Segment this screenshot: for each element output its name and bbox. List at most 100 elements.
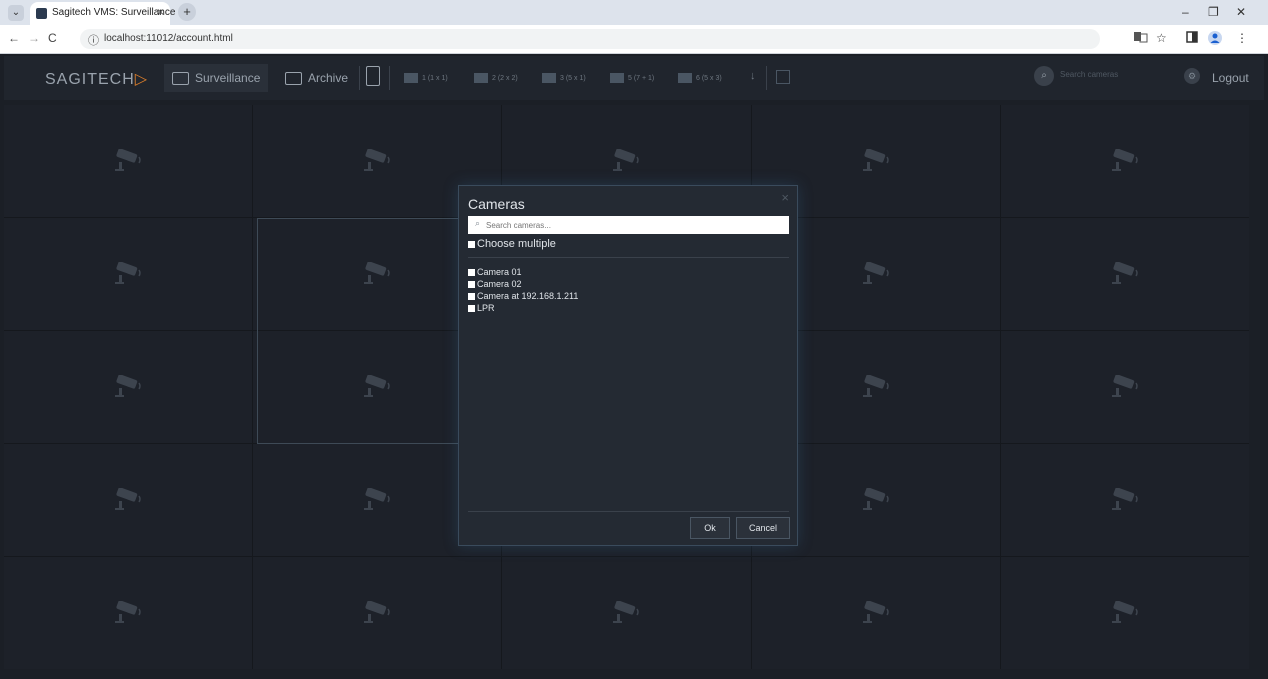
layout-5x3-button[interactable]: 6 (5 x 3) bbox=[678, 71, 722, 85]
camera-cell[interactable] bbox=[4, 331, 253, 443]
camera-cell[interactable] bbox=[1000, 105, 1249, 217]
camera-cell[interactable] bbox=[4, 557, 253, 669]
cctv-camera-icon bbox=[113, 374, 143, 399]
cctv-camera-icon bbox=[1110, 374, 1140, 399]
camera-checkbox[interactable] bbox=[468, 293, 475, 301]
url-text[interactable]: localhost:11012/account.html bbox=[104, 33, 233, 44]
camera-checkbox[interactable] bbox=[468, 305, 475, 313]
choose-multiple-option[interactable]: Choose multiple bbox=[468, 238, 556, 250]
browser-tab-bar: ⌄ Sagitech VMS: Surveillance × + – ❐ ✕ bbox=[0, 0, 1268, 25]
camera-cell[interactable] bbox=[502, 557, 751, 669]
camera-cell[interactable] bbox=[1000, 218, 1249, 330]
camera-search-input[interactable] bbox=[486, 217, 776, 233]
minimize-button[interactable]: – bbox=[1182, 5, 1189, 19]
search-icon[interactable]: ⌕ bbox=[1034, 66, 1054, 86]
logo-mark-icon: ▷ bbox=[134, 71, 149, 88]
camera-cell[interactable] bbox=[1000, 331, 1249, 443]
address-bar[interactable]: ⓘ localhost:11012/account.html bbox=[80, 29, 1100, 49]
cctv-camera-icon bbox=[1110, 487, 1140, 512]
camera-cell[interactable] bbox=[4, 444, 253, 556]
fullscreen-icon[interactable] bbox=[776, 70, 790, 84]
camera-label: Camera 01 bbox=[477, 267, 522, 277]
camera-checkbox[interactable] bbox=[468, 269, 475, 277]
list-item[interactable]: LPR bbox=[468, 302, 578, 314]
layout-label: 5 (7 + 1) bbox=[628, 74, 655, 82]
camera-checkbox[interactable] bbox=[468, 281, 475, 289]
nav-surveillance[interactable]: Surveillance bbox=[164, 64, 269, 92]
browser-toolbar: ← → C ⓘ localhost:11012/account.html ☆ ⋮ bbox=[0, 25, 1268, 54]
close-window-button[interactable]: ✕ bbox=[1236, 5, 1246, 19]
logo-text: SAGITECH bbox=[45, 71, 135, 88]
restore-button[interactable]: ❐ bbox=[1208, 5, 1219, 19]
app-header: SAGITECH▷ Surveillance Archive 1 (1 x 1)… bbox=[4, 56, 1264, 100]
camera-search-field[interactable]: ⌕ bbox=[468, 216, 789, 234]
ok-button[interactable]: Ok bbox=[690, 517, 730, 539]
layout-1x1-button[interactable]: 1 (1 x 1) bbox=[404, 71, 448, 85]
mobile-icon[interactable] bbox=[366, 66, 380, 86]
cctv-camera-icon bbox=[861, 148, 891, 173]
list-item[interactable]: Camera 01 bbox=[468, 266, 578, 278]
camera-cell[interactable] bbox=[4, 105, 253, 217]
cancel-button[interactable]: Cancel bbox=[736, 517, 790, 539]
forward-icon[interactable]: → bbox=[28, 31, 40, 45]
header-search[interactable]: ⌕ Search cameras bbox=[1034, 66, 1154, 88]
site-info-icon[interactable]: ⓘ bbox=[88, 32, 99, 48]
camera-label: Camera at 192.168.1.211 bbox=[477, 291, 579, 301]
choose-multiple-label: Choose multiple bbox=[477, 238, 556, 250]
choose-multiple-checkbox[interactable] bbox=[468, 240, 475, 248]
cctv-camera-icon bbox=[113, 487, 143, 512]
cctv-camera-icon bbox=[611, 600, 641, 625]
cctv-camera-icon bbox=[1110, 261, 1140, 286]
camera-label: LPR bbox=[477, 303, 495, 313]
layout-label: 1 (1 x 1) bbox=[422, 74, 448, 82]
tab-close-icon[interactable]: × bbox=[157, 5, 164, 19]
favicon-icon bbox=[36, 8, 47, 19]
profile-icon[interactable] bbox=[1208, 31, 1222, 48]
cctv-camera-icon bbox=[1110, 600, 1140, 625]
reload-icon[interactable]: C bbox=[48, 31, 57, 45]
menu-icon[interactable]: ⋮ bbox=[1236, 31, 1248, 45]
layout-7plus1-button[interactable]: 5 (7 + 1) bbox=[610, 71, 654, 85]
search-icon: ⌕ bbox=[475, 218, 481, 228]
star-icon[interactable]: ☆ bbox=[1156, 31, 1167, 45]
camera-cell[interactable] bbox=[253, 557, 502, 669]
new-tab-button[interactable]: + bbox=[178, 3, 196, 21]
cctv-camera-icon bbox=[113, 148, 143, 173]
cctv-camera-icon bbox=[362, 148, 392, 173]
translate-icon[interactable] bbox=[1134, 31, 1148, 46]
layout-label: 6 (5 x 3) bbox=[696, 74, 722, 82]
nav-archive-label: Archive bbox=[308, 71, 349, 85]
layout-2x2-button[interactable]: 2 (2 x 2) bbox=[474, 71, 518, 85]
sidepanel-icon[interactable] bbox=[1186, 31, 1198, 46]
tab-search-dropdown-icon[interactable]: ⌄ bbox=[8, 5, 24, 21]
nav-surveillance-label: Surveillance bbox=[195, 71, 261, 85]
layout-label: 3 (5 x 1) bbox=[560, 74, 586, 82]
camera-cell[interactable] bbox=[1000, 557, 1249, 669]
layout-label: 2 (2 x 2) bbox=[492, 74, 518, 82]
back-icon[interactable]: ← bbox=[8, 31, 20, 45]
camera-cell[interactable] bbox=[1000, 444, 1249, 556]
cctv-camera-icon bbox=[362, 600, 392, 625]
cctv-camera-icon bbox=[861, 600, 891, 625]
download-icon[interactable]: ↓ bbox=[750, 70, 756, 82]
list-item[interactable]: Camera at 192.168.1.211 bbox=[468, 290, 578, 302]
folder-icon bbox=[285, 71, 302, 85]
dialog-title: Cameras bbox=[468, 196, 525, 212]
grid-5x1-icon bbox=[542, 73, 556, 83]
logo: SAGITECH▷ bbox=[45, 69, 148, 89]
header-divider bbox=[359, 66, 360, 90]
gear-icon[interactable]: ⚙ bbox=[1184, 68, 1200, 84]
close-icon[interactable]: × bbox=[781, 190, 789, 205]
header-search-input[interactable]: Search cameras bbox=[1060, 70, 1118, 79]
grid-5x3-icon bbox=[678, 73, 692, 83]
grid-7plus1-icon bbox=[610, 73, 624, 83]
logout-button[interactable]: Logout bbox=[1212, 71, 1249, 85]
layout-5x1-button[interactable]: 3 (5 x 1) bbox=[542, 71, 586, 85]
browser-tab[interactable]: Sagitech VMS: Surveillance × bbox=[30, 2, 175, 25]
grid-1x1-icon bbox=[404, 73, 418, 83]
camera-cell[interactable] bbox=[4, 218, 253, 330]
cctv-camera-icon bbox=[861, 374, 891, 399]
nav-archive[interactable]: Archive bbox=[285, 64, 348, 92]
camera-cell[interactable] bbox=[751, 557, 1000, 669]
list-item[interactable]: Camera 02 bbox=[468, 278, 578, 290]
